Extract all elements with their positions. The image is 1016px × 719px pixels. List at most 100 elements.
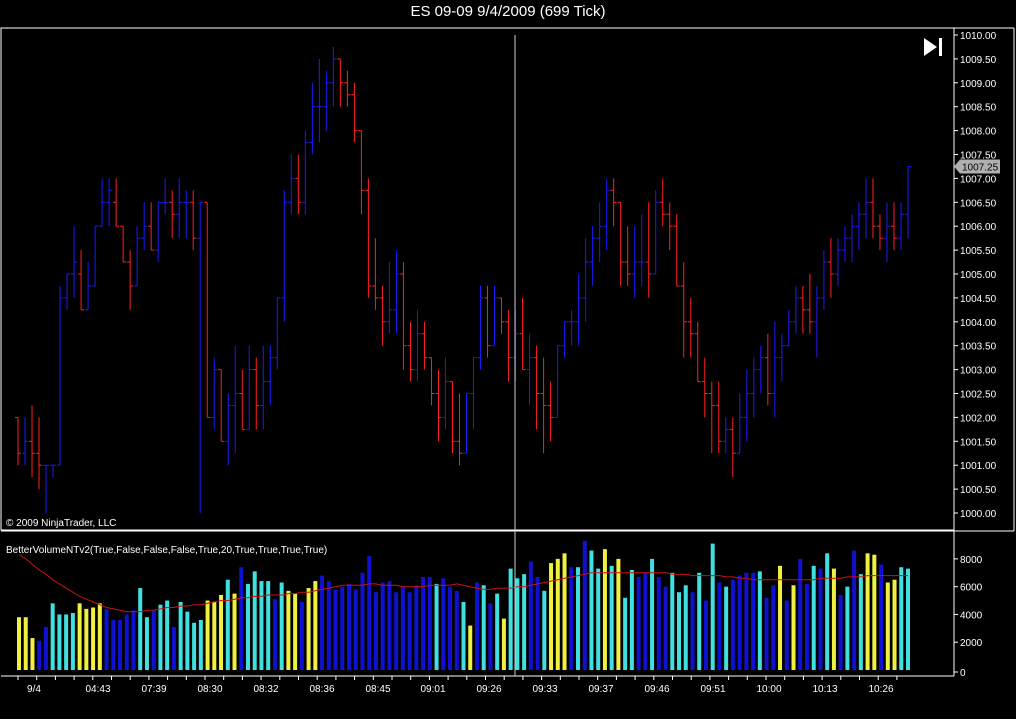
volume-bar bbox=[299, 601, 304, 670]
volume-bar bbox=[171, 626, 176, 670]
time-tick-label: 10:26 bbox=[868, 684, 893, 695]
price-bar bbox=[302, 130, 309, 215]
price-bar bbox=[568, 309, 575, 346]
volume-bar bbox=[17, 617, 21, 670]
price-bar bbox=[50, 464, 57, 478]
volume-bar bbox=[710, 543, 715, 670]
price-bar bbox=[120, 225, 127, 263]
price-tick-label: 1006.50 bbox=[960, 198, 997, 209]
price-bar bbox=[715, 381, 722, 454]
volume-bar bbox=[198, 620, 203, 670]
price-bar bbox=[792, 285, 799, 334]
price-bar bbox=[71, 226, 78, 298]
copyright-label: © 2009 NinjaTrader, LLC bbox=[6, 518, 116, 529]
volume-bar bbox=[858, 574, 863, 670]
volume-bar bbox=[542, 590, 547, 670]
price-tick-label: 1008.50 bbox=[960, 103, 997, 114]
volume-bar bbox=[185, 611, 190, 670]
volume-bar bbox=[468, 625, 473, 670]
chart-canvas[interactable]: 1010.00 1009.50 1009.00 1008.50 1008.00 1007.… bbox=[0, 0, 1016, 719]
price-bar bbox=[281, 190, 288, 322]
price-bar bbox=[393, 250, 400, 334]
volume-bar bbox=[313, 581, 318, 670]
price-bar bbox=[582, 238, 589, 322]
price-bar bbox=[414, 309, 421, 382]
price-bar bbox=[141, 202, 148, 251]
price-tick-label: 1008.00 bbox=[960, 127, 997, 138]
price-bar bbox=[162, 178, 169, 215]
price-bar bbox=[351, 82, 358, 143]
price-tick-label: 1010.00 bbox=[960, 31, 997, 42]
price-bar bbox=[540, 357, 547, 454]
volume-bar bbox=[394, 592, 399, 670]
volume-bar bbox=[91, 607, 96, 670]
volume-bar bbox=[259, 581, 264, 670]
price-bar bbox=[43, 464, 50, 513]
volume-bar bbox=[347, 583, 352, 670]
price-tick-label: 1000.50 bbox=[960, 485, 997, 496]
price-bar bbox=[722, 417, 729, 454]
price-tick-label: 1004.00 bbox=[960, 318, 997, 329]
volume-bar bbox=[481, 585, 486, 670]
price-bar bbox=[764, 333, 771, 406]
volume-bar bbox=[508, 568, 513, 670]
volume-bar bbox=[771, 585, 776, 670]
price-bar bbox=[183, 190, 190, 239]
volume-bar bbox=[562, 553, 567, 670]
price-bar bbox=[64, 273, 71, 310]
price-bar bbox=[421, 321, 428, 370]
play-triangle bbox=[924, 38, 937, 56]
time-tick-label: 10:00 bbox=[756, 684, 781, 695]
price-bar bbox=[561, 321, 568, 358]
price-bar bbox=[337, 58, 344, 107]
price-bar bbox=[323, 70, 330, 131]
price-bar bbox=[498, 297, 505, 334]
price-bar bbox=[155, 201, 162, 263]
price-bar bbox=[36, 417, 43, 490]
price-tick-label: 1007.00 bbox=[960, 174, 997, 185]
price-bar bbox=[848, 214, 855, 263]
price-bar bbox=[176, 178, 183, 239]
volume-bar bbox=[178, 601, 183, 670]
price-bar bbox=[631, 226, 638, 298]
volume-bar bbox=[205, 600, 210, 670]
volume-bar bbox=[535, 576, 540, 670]
price-bar bbox=[99, 178, 106, 227]
price-bar bbox=[491, 285, 498, 347]
volume-bar bbox=[737, 575, 742, 670]
price-bar bbox=[554, 345, 561, 418]
price-bar bbox=[92, 225, 99, 287]
price-bar bbox=[624, 226, 631, 286]
price-bar bbox=[148, 202, 155, 251]
volume-bar bbox=[373, 592, 378, 670]
price-bar bbox=[820, 250, 827, 310]
price-tick-label: 1000.00 bbox=[960, 509, 997, 520]
price-bar bbox=[456, 393, 463, 466]
time-tick-label: 04:43 bbox=[85, 684, 110, 695]
volume-bar bbox=[744, 572, 749, 670]
volume-bar bbox=[831, 568, 836, 670]
volume-bar bbox=[569, 567, 574, 670]
volume-bar bbox=[865, 553, 870, 670]
price-tick-label: 1001.00 bbox=[960, 461, 997, 472]
volume-bar bbox=[663, 586, 668, 670]
volume-tick-label: 8000 bbox=[960, 555, 983, 566]
price-bar bbox=[407, 321, 414, 382]
price-bar bbox=[785, 309, 792, 347]
volume-bars bbox=[17, 540, 910, 670]
price-bar bbox=[883, 202, 890, 263]
volume-bar bbox=[811, 565, 816, 670]
volume-bar bbox=[414, 585, 419, 670]
price-bar bbox=[15, 416, 21, 466]
volume-bar bbox=[629, 570, 634, 670]
volume-bar bbox=[448, 586, 453, 670]
price-bar bbox=[897, 202, 904, 251]
volume-bar bbox=[326, 581, 331, 670]
price-bar bbox=[827, 238, 834, 298]
skip-to-end-icon[interactable] bbox=[924, 38, 942, 56]
volume-bar bbox=[43, 626, 48, 670]
price-bar bbox=[358, 130, 365, 215]
volume-bar bbox=[596, 568, 601, 670]
price-bar bbox=[596, 202, 603, 263]
volume-bar bbox=[50, 603, 55, 670]
